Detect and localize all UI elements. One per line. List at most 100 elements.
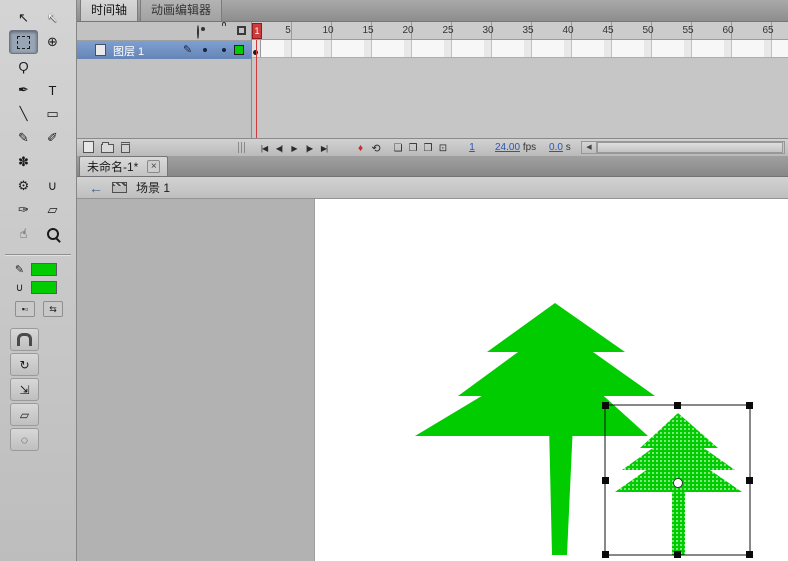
scene-name[interactable]: 场景 1: [136, 179, 170, 196]
pen-tool-button[interactable]: ✒: [9, 78, 38, 102]
panel-resize-grip[interactable]: [238, 142, 245, 153]
edit-multiple-frames-button[interactable]: ❒: [421, 141, 435, 155]
line-tool-icon: ╲: [20, 106, 28, 122]
timeline-panel: 时间轴动画编辑器 图层 1 ✎ 510152025303540455055606…: [77, 0, 788, 156]
onion-skin-outlines-button[interactable]: ❐: [406, 141, 420, 155]
selection-tool-icon: ↖: [18, 10, 29, 26]
loop-playback-button[interactable]: ⟲: [369, 141, 383, 155]
fps-value[interactable]: 24.00: [495, 142, 520, 153]
layer-lock-dot[interactable]: [222, 48, 226, 52]
scroll-left-arrow-icon[interactable]: ◀: [582, 142, 597, 153]
deco-tool-icon: ✽: [18, 154, 29, 170]
scale-option-icon: ⇲: [19, 383, 29, 397]
paint-bucket-tool-icon: ∪: [48, 178, 58, 194]
timeline-horizontal-scrollbar[interactable]: ◀: [581, 141, 785, 154]
stage-canvas[interactable]: [314, 199, 788, 561]
selection-tool-button[interactable]: ↖: [9, 6, 38, 30]
new-layer-button[interactable]: [83, 141, 94, 153]
go-to-first-frame-button[interactable]: |◀: [257, 141, 271, 155]
selection-handle[interactable]: [602, 477, 609, 484]
deco-tool-button[interactable]: ✽: [9, 150, 38, 174]
line-tool-button[interactable]: ╲: [9, 102, 38, 126]
rectangle-tool-button[interactable]: ▭: [38, 102, 67, 126]
hand-tool-button[interactable]: ☝: [9, 222, 38, 246]
ruler-number: 30: [478, 25, 498, 36]
transform-center-point[interactable]: [674, 479, 683, 488]
close-document-icon[interactable]: ×: [147, 160, 160, 173]
back-arrow-icon[interactable]: ←: [89, 181, 103, 195]
swap-colors-button[interactable]: ⇆: [43, 301, 63, 317]
selection-handle[interactable]: [602, 551, 609, 558]
play-button[interactable]: ▶: [287, 141, 301, 155]
go-to-last-frame-button[interactable]: ▶|: [317, 141, 331, 155]
eyedropper-tool-button[interactable]: ✑: [9, 198, 38, 222]
fill-color-swatch[interactable]: [31, 281, 57, 294]
selection-handle[interactable]: [746, 402, 753, 409]
timeline-tab[interactable]: 动画编辑器: [140, 0, 222, 21]
text-tool-button[interactable]: T: [38, 78, 67, 102]
modify-markers-button[interactable]: ⊡: [436, 141, 450, 155]
lasso-tool-button[interactable]: Ϙ: [9, 54, 38, 78]
zoom-tool-icon: [47, 228, 59, 240]
timeline-tab[interactable]: 时间轴: [80, 0, 138, 21]
document-tab[interactable]: 未命名-1* ×: [79, 156, 168, 176]
layer-type-icon: [95, 44, 106, 56]
large-tree-shape[interactable]: [415, 303, 655, 555]
pasteboard[interactable]: [77, 199, 788, 561]
rotate-and-skew-option[interactable]: ↻: [10, 353, 39, 376]
pencil-tool-button[interactable]: ✎: [9, 126, 38, 150]
scrollbar-thumb[interactable]: [597, 142, 783, 153]
layer-visibility-dot[interactable]: [203, 48, 207, 52]
selection-handle[interactable]: [746, 477, 753, 484]
layer-frames-row[interactable]: [252, 40, 788, 58]
subselection-tool-button[interactable]: ↖: [38, 6, 67, 30]
step-forward-one-frame-button[interactable]: |▶: [302, 141, 316, 155]
show-hide-column-eye-icon[interactable]: [197, 25, 199, 39]
bone-tool-button[interactable]: ⚙: [9, 174, 38, 198]
eraser-tool-button[interactable]: ▱: [38, 198, 67, 222]
current-frame-value[interactable]: 1: [459, 142, 485, 153]
layer-row[interactable]: 图层 1 ✎: [77, 41, 251, 59]
layer-name[interactable]: 图层 1: [113, 43, 144, 59]
3d-rotation-tool-button[interactable]: ⊕: [38, 30, 67, 54]
tool-options-grid: ↻ ⇲ ▱ ◌: [9, 327, 67, 452]
playhead-line: [256, 40, 257, 138]
free-transform-tool-button[interactable]: [9, 30, 38, 54]
ruler-number: 60: [718, 25, 738, 36]
layer-outline-color-swatch[interactable]: [234, 45, 244, 55]
center-frame-marker-button[interactable]: ♦: [353, 141, 367, 155]
selection-handle[interactable]: [746, 551, 753, 558]
bone-tool-icon: ⚙: [18, 178, 30, 194]
zoom-tool-button[interactable]: [38, 222, 67, 246]
black-and-white-button[interactable]: ▪▫: [15, 301, 35, 317]
stage-artwork: [315, 199, 788, 561]
snap-to-objects-toggle[interactable]: [10, 328, 39, 351]
outline-column-square-icon[interactable]: [237, 26, 246, 35]
timeline-ruler[interactable]: 5101520253035404550556065 1: [252, 22, 788, 40]
playhead[interactable]: 1: [252, 23, 262, 39]
frames-area[interactable]: 5101520253035404550556065 1: [252, 22, 788, 138]
timeline-footer: |◀◀|▶|▶▶| ♦ ⟲ ❏❐❒⊡ 1 24.00 fps 0.0 s ◀: [77, 138, 788, 156]
selection-handle[interactable]: [602, 402, 609, 409]
brush-tool-button[interactable]: ✐: [38, 126, 67, 150]
selection-handle[interactable]: [674, 402, 681, 409]
toolbar-divider: [5, 254, 71, 255]
onion-skin-button[interactable]: ❏: [391, 141, 405, 155]
stroke-color-swatch[interactable]: [31, 263, 57, 276]
delete-layer-button[interactable]: [121, 142, 130, 153]
envelope-option[interactable]: ◌: [10, 428, 39, 451]
step-back-one-frame-button[interactable]: ◀|: [272, 141, 286, 155]
ruler-number: 50: [638, 25, 658, 36]
time-value[interactable]: 0.0: [549, 142, 563, 153]
pen-tool-icon: ✒: [18, 82, 29, 98]
color-utility-buttons: ▪▫ ⇆: [15, 301, 76, 317]
distort-option-icon: ▱: [20, 408, 29, 422]
document-tab-bar: 未命名-1* ×: [77, 156, 788, 177]
selection-handle[interactable]: [674, 551, 681, 558]
snap-to-objects-toggle-icon: [17, 333, 32, 346]
distort-option[interactable]: ▱: [10, 403, 39, 426]
paint-bucket-tool-button[interactable]: ∪: [38, 174, 67, 198]
free-transform-tool-icon: [17, 36, 30, 49]
new-folder-button[interactable]: [101, 144, 114, 153]
scale-option[interactable]: ⇲: [10, 378, 39, 401]
